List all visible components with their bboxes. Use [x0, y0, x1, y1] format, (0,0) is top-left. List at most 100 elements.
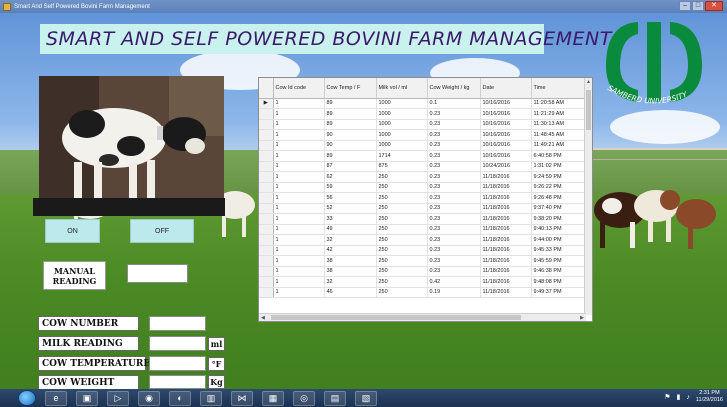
column-header-cow-weight[interactable]: Cow Weight / kg — [427, 78, 481, 99]
cell-cow-weight[interactable]: 0.23 — [427, 224, 481, 235]
vertical-scrollbar[interactable]: ▲ — [584, 78, 592, 315]
cell-cow-weight[interactable]: 0.23 — [427, 182, 481, 193]
cell-cow-temp[interactable]: 90 — [324, 129, 377, 141]
column-header-milk-vol[interactable]: Milk vol / ml — [376, 78, 428, 99]
cell-cow-temp[interactable]: 33 — [324, 213, 377, 225]
row-header[interactable]: ▶ — [259, 98, 274, 109]
cell-time[interactable]: 9:49:37 PM — [531, 287, 587, 298]
cell-milk-vol[interactable]: 250 — [376, 182, 428, 193]
cell-cow-temp[interactable]: 32 — [324, 234, 377, 246]
cell-date[interactable]: 10/16/2016 — [480, 108, 532, 120]
cell-cow-weight[interactable]: 0.23 — [427, 150, 481, 162]
cell-cow-id[interactable]: 1 — [273, 224, 325, 235]
row-header[interactable] — [259, 245, 274, 256]
cell-cow-id[interactable]: 1 — [273, 108, 325, 120]
cell-date[interactable]: 10/16/2016 — [480, 119, 532, 130]
taskbar-app-icon[interactable]: ◐ — [169, 390, 191, 406]
row-header[interactable] — [259, 182, 274, 193]
cell-cow-temp[interactable]: 89 — [324, 150, 377, 162]
row-header[interactable] — [259, 266, 274, 277]
cell-milk-vol[interactable]: 1000 — [376, 129, 428, 141]
cell-cow-temp[interactable]: 89 — [324, 119, 377, 130]
cell-milk-vol[interactable]: 1000 — [376, 140, 428, 151]
cell-date[interactable]: 11/18/2016 — [480, 287, 532, 298]
cell-cow-weight[interactable]: 0.1 — [427, 98, 481, 109]
table-row[interactable]: 1 89 1000 0.23 10/16/2016 11:30:13 AM — [259, 119, 587, 130]
cell-time[interactable]: 11:20:58 AM — [531, 98, 587, 109]
cell-cow-temp[interactable]: 52 — [324, 203, 377, 214]
cell-cow-temp[interactable]: 90 — [324, 140, 377, 151]
cell-date[interactable]: 11/18/2016 — [480, 245, 532, 256]
cell-date[interactable]: 10/16/2016 — [480, 98, 532, 109]
cell-cow-temp[interactable]: 49 — [324, 224, 377, 235]
table-row[interactable]: 1 32 250 0.42 11/18/2016 9:48:08 PM — [259, 276, 587, 288]
cell-date[interactable]: 11/18/2016 — [480, 276, 532, 288]
cell-date[interactable]: 11/18/2016 — [480, 255, 532, 267]
off-button[interactable]: OFF — [130, 219, 194, 243]
cell-time[interactable]: 11:21:29 AM — [531, 108, 587, 120]
column-header-cow-id[interactable]: Cow Id code — [273, 78, 325, 99]
cell-cow-temp[interactable]: 62 — [324, 171, 377, 183]
taskbar-app-icon[interactable]: ▧ — [355, 390, 377, 406]
cell-cow-weight[interactable]: 0.23 — [427, 245, 481, 256]
cell-milk-vol[interactable]: 250 — [376, 224, 428, 235]
cell-cow-temp[interactable]: 46 — [324, 287, 377, 298]
horizontal-scroll-thumb[interactable] — [271, 315, 521, 320]
cell-date[interactable]: 11/18/2016 — [480, 182, 532, 193]
cell-time[interactable]: 9:45:33 PM — [531, 245, 587, 256]
taskbar-app-icon[interactable]: ▤ — [324, 390, 346, 406]
cell-time[interactable]: 9:24:59 PM — [531, 171, 587, 183]
cell-cow-weight[interactable]: 0.23 — [427, 171, 481, 183]
manual-reading-input[interactable] — [127, 264, 188, 283]
table-row[interactable]: 1 90 1000 0.23 10/16/2016 11:48:45 AM — [259, 129, 587, 141]
cell-time[interactable]: 11:49:21 AM — [531, 140, 587, 151]
cell-milk-vol[interactable]: 250 — [376, 203, 428, 214]
table-row[interactable]: 1 56 250 0.23 11/18/2016 9:26:48 PM — [259, 192, 587, 204]
taskbar-app-icon[interactable]: ▦ — [262, 390, 284, 406]
cell-cow-temp[interactable]: 89 — [324, 98, 377, 109]
cell-cow-weight[interactable]: 0.23 — [427, 203, 481, 214]
taskbar-app-icon[interactable]: ◎ — [293, 390, 315, 406]
cell-cow-id[interactable]: 1 — [273, 171, 325, 183]
cell-cow-weight[interactable]: 0.19 — [427, 287, 481, 298]
cell-date[interactable]: 11/18/2016 — [480, 192, 532, 204]
window-title-bar[interactable]: Smart And Self Powered Bovini Farm Manag… — [0, 0, 727, 13]
cell-time[interactable]: 11:48:45 AM — [531, 129, 587, 141]
scroll-up-icon[interactable]: ▲ — [586, 79, 591, 85]
taskbar-app-icon[interactable]: e — [45, 390, 67, 406]
cell-milk-vol[interactable]: 250 — [376, 192, 428, 204]
cell-milk-vol[interactable]: 250 — [376, 255, 428, 267]
cell-cow-weight[interactable]: 0.42 — [427, 276, 481, 288]
row-header[interactable] — [259, 171, 274, 183]
cow-weight-input[interactable] — [149, 375, 206, 389]
row-header[interactable] — [259, 203, 274, 214]
flag-icon[interactable]: ⚑ — [664, 393, 670, 401]
cell-time[interactable]: 9:38:20 PM — [531, 213, 587, 225]
table-row[interactable]: 1 33 250 0.23 11/18/2016 9:38:20 PM — [259, 213, 587, 225]
column-header-date[interactable]: Date — [480, 78, 532, 99]
cell-cow-temp[interactable]: 56 — [324, 192, 377, 204]
table-row[interactable]: 1 49 250 0.23 11/18/2016 9:40:13 PM — [259, 224, 587, 235]
column-header-cow-temp[interactable]: Cow Temp / F — [324, 78, 377, 99]
cell-cow-temp[interactable]: 32 — [324, 276, 377, 288]
cell-milk-vol[interactable]: 250 — [376, 276, 428, 288]
cell-date[interactable]: 11/18/2016 — [480, 266, 532, 277]
cell-cow-id[interactable]: 1 — [273, 213, 325, 225]
cell-cow-id[interactable]: 1 — [273, 234, 325, 246]
cell-time[interactable]: 9:46:38 PM — [531, 266, 587, 277]
manual-reading-button[interactable]: MANUAL READING — [43, 261, 106, 290]
table-row[interactable]: 1 87 875 0.23 10/24/2016 1:31:02 PM — [259, 161, 587, 172]
cell-cow-id[interactable]: 1 — [273, 150, 325, 162]
table-row[interactable]: 1 38 250 0.23 11/18/2016 9:46:38 PM — [259, 266, 587, 277]
cell-date[interactable]: 10/16/2016 — [480, 140, 532, 151]
cell-cow-id[interactable]: 1 — [273, 161, 325, 172]
taskbar-app-icon[interactable]: ▣ — [76, 390, 98, 406]
table-row[interactable]: 1 90 1000 0.23 10/16/2016 11:49:21 AM — [259, 140, 587, 151]
cell-cow-temp[interactable]: 42 — [324, 245, 377, 256]
volume-icon[interactable]: ♪ — [686, 394, 690, 401]
clock[interactable]: 2:31 PM 11/29/2016 — [696, 390, 723, 404]
table-row[interactable]: 1 89 1000 0.23 10/16/2016 11:21:29 AM — [259, 108, 587, 120]
row-header[interactable] — [259, 150, 274, 162]
table-row[interactable]: 1 89 1714 0.23 10/16/2016 6:40:58 PM — [259, 150, 587, 162]
row-header[interactable] — [259, 255, 274, 267]
